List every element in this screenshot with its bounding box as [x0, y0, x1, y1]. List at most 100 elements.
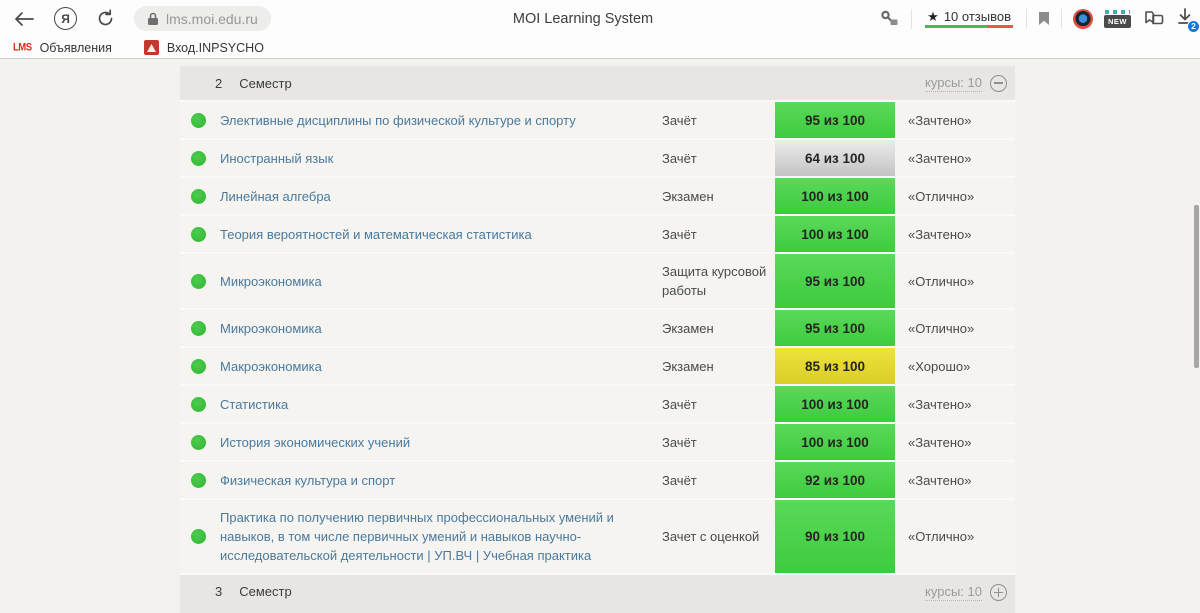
grade-text: «Зачтено» [895, 111, 1015, 130]
score-badge: 64 из 100 [775, 140, 895, 176]
table-row: Элективные дисциплины по физической куль… [180, 100, 1015, 138]
table-row: МакроэкономикаЭкзамен85 из 100«Хорошо» [180, 346, 1015, 384]
extension-icon[interactable] [1073, 9, 1093, 29]
semester-header-right: курсы: 10 [925, 75, 1015, 92]
passwords-key-icon[interactable] [879, 9, 900, 28]
course-link[interactable]: Физическая культура и спорт [220, 473, 395, 488]
course-cell: Теория вероятностей и математическая ста… [220, 217, 662, 252]
course-link[interactable]: Элективные дисциплины по физической куль… [220, 113, 576, 128]
score-badge: 85 из 100 [775, 348, 895, 384]
bookmark-item-announcements[interactable]: LMS Объявления [13, 41, 112, 55]
course-cell: Статистика [220, 387, 662, 422]
yandex-logo-icon[interactable]: Я [54, 7, 77, 30]
status-dot-icon [191, 151, 206, 166]
table-row: СтатистикаЗачёт100 из 100«Зачтено» [180, 384, 1015, 422]
exam-type: Экзамен [662, 349, 775, 384]
status-dot-icon [191, 227, 206, 242]
courses-count-link[interactable]: курсы: 10 [925, 75, 982, 92]
bookmark-flag-icon[interactable] [1038, 11, 1050, 26]
back-button[interactable] [14, 11, 34, 27]
grade-text: «Зачтено» [895, 225, 1015, 244]
grade-text: «Зачтено» [895, 149, 1015, 168]
course-cell: История экономических учений [220, 425, 662, 460]
courses-count-link[interactable]: курсы: 10 [925, 584, 982, 601]
refresh-button[interactable] [96, 9, 115, 28]
grade-text: «Отлично» [895, 527, 1015, 546]
course-cell: Линейная алгебра [220, 179, 662, 214]
toolbar-separator [1026, 9, 1027, 29]
course-link[interactable]: Макроэкономика [220, 359, 322, 374]
course-link[interactable]: Статистика [220, 397, 288, 412]
semester-header-right: курсы: 10 [925, 584, 1015, 601]
rating-bar [925, 25, 1013, 28]
new-badge-label: NEW [1104, 15, 1131, 28]
status-cell [180, 113, 220, 128]
status-cell [180, 473, 220, 488]
toolbar-right: ★ 10 отзывов NEW [879, 0, 1196, 37]
exam-type: Зачёт [662, 103, 775, 138]
course-link[interactable]: История экономических учений [220, 435, 410, 450]
page-title: MOI Learning System [513, 11, 653, 27]
table-row: Иностранный язык Зачёт64 из 100«Зачтено» [180, 138, 1015, 176]
status-dot-icon [191, 397, 206, 412]
course-link[interactable]: Линейная алгебра [220, 189, 331, 204]
collapse-icon[interactable] [990, 75, 1007, 92]
table-row: Физическая культура и спортЗачёт92 из 10… [180, 460, 1015, 498]
status-dot-icon [191, 274, 206, 289]
status-dot-icon [191, 473, 206, 488]
grades-content: 2 Семестр курсы: 10 Элективные дисциплин… [180, 66, 1015, 613]
star-icon: ★ [927, 10, 939, 23]
marquee-lights [1105, 10, 1130, 14]
semester-number: 3 [215, 584, 222, 599]
score-badge: 95 из 100 [775, 102, 895, 138]
address-bar[interactable]: lms.moi.edu.ru [134, 6, 271, 31]
course-link[interactable]: Микроэкономика [220, 321, 322, 336]
browser-chrome: Я lms.moi.edu.ru MOI Learning System [0, 0, 1200, 59]
downloads-button[interactable]: 2 [1176, 7, 1196, 31]
score-badge: 100 из 100 [775, 386, 895, 422]
expand-icon[interactable] [990, 584, 1007, 601]
lock-icon [147, 12, 159, 26]
new-marquee-icon[interactable]: NEW [1104, 10, 1131, 28]
page-scrollbar[interactable] [1194, 205, 1199, 368]
score-badge: 100 из 100 [775, 216, 895, 252]
exam-type: Экзамен [662, 311, 775, 346]
exam-type: Экзамен [662, 179, 775, 214]
bookmark-label: Объявления [40, 41, 112, 55]
status-cell [180, 189, 220, 204]
exam-type: Зачет с оценкой [662, 519, 775, 554]
status-cell [180, 227, 220, 242]
status-cell [180, 274, 220, 289]
score-badge: 95 из 100 [775, 310, 895, 346]
exam-type: Зачёт [662, 217, 775, 252]
course-link[interactable]: Практика по получению первичных професси… [220, 510, 614, 563]
course-cell: Иностранный язык [220, 141, 662, 176]
semester-header-3: 3 Семестр курсы: 10 [180, 573, 1015, 613]
exam-type: Зачёт [662, 141, 775, 176]
status-dot-icon [191, 113, 206, 128]
status-dot-icon [191, 529, 206, 544]
course-cell: Практика по получению первичных професси… [220, 500, 662, 573]
score-badge: 95 из 100 [775, 254, 895, 308]
collections-icon[interactable] [1142, 9, 1165, 28]
reviews-button[interactable]: ★ 10 отзывов [923, 9, 1015, 28]
course-link[interactable]: Микроэкономика [220, 274, 322, 289]
toolbar-separator [1061, 9, 1062, 29]
status-cell [180, 435, 220, 450]
inpsycho-logo-icon [144, 40, 159, 55]
status-cell [180, 529, 220, 544]
course-link[interactable]: Иностранный язык [220, 151, 333, 166]
bookmark-label: Вход.INPSYCHO [167, 41, 264, 55]
rating-green-segment [925, 25, 988, 28]
grade-text: «Зачтено» [895, 471, 1015, 490]
reviews-count: 10 отзывов [944, 9, 1011, 24]
grade-text: «Отлично» [895, 187, 1015, 206]
status-cell [180, 397, 220, 412]
semester-label: Семестр [239, 584, 291, 599]
bookmark-item-inpsycho[interactable]: Вход.INPSYCHO [144, 40, 264, 55]
course-cell: Макроэкономика [220, 349, 662, 384]
semester-label: Семестр [239, 76, 291, 91]
table-row: Теория вероятностей и математическая ста… [180, 214, 1015, 252]
course-link[interactable]: Теория вероятностей и математическая ста… [220, 227, 532, 242]
grade-text: «Зачтено» [895, 395, 1015, 414]
